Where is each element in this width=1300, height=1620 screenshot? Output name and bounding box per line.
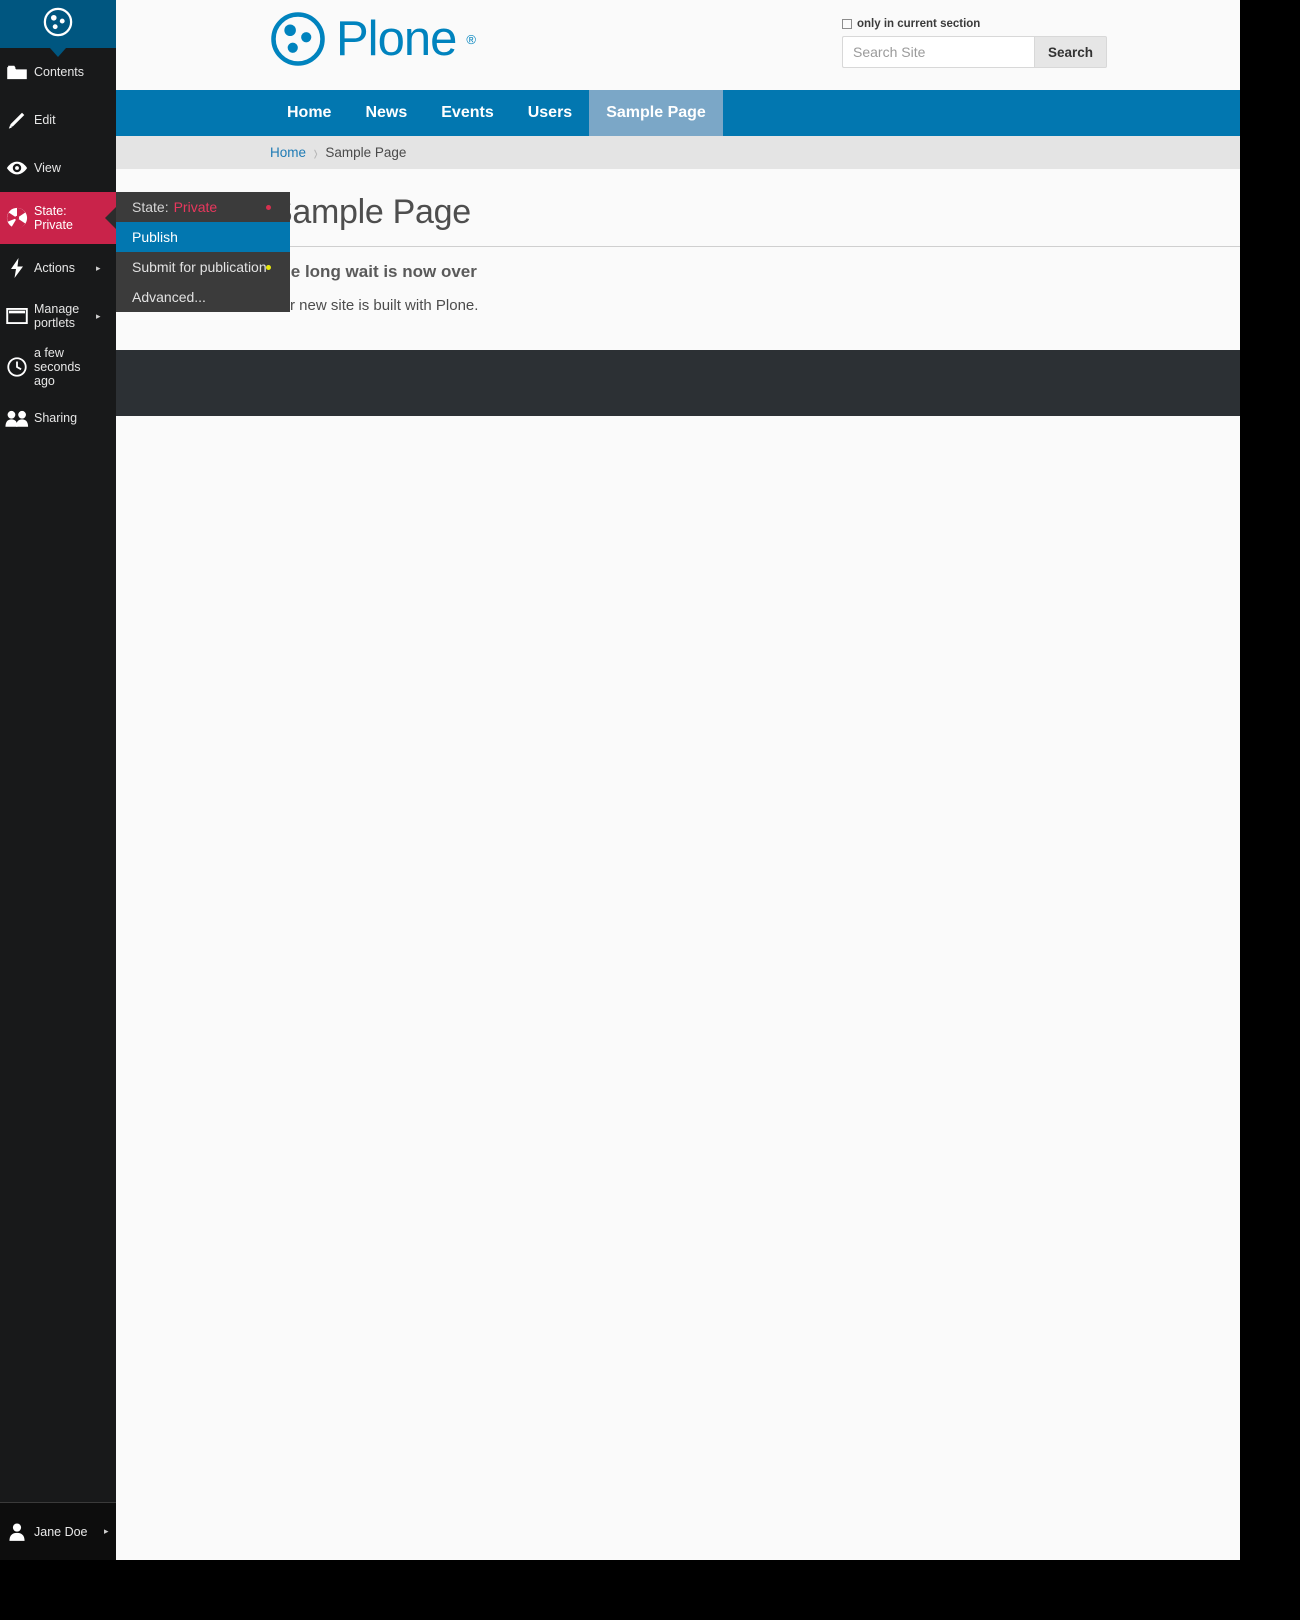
- sidebar-item-view[interactable]: View: [0, 144, 116, 192]
- site-header: Plone ® only in current section Search: [116, 0, 1240, 90]
- breadcrumb: Home › Sample Page: [116, 136, 1240, 169]
- chevron-right-icon: ▸: [96, 310, 101, 321]
- only-current-section-label: only in current section: [857, 18, 981, 30]
- sidebar-item-label: View: [34, 161, 61, 175]
- users-icon: [0, 410, 34, 427]
- nav-item-home[interactable]: Home: [270, 90, 348, 136]
- sidebar-item-label: Actions: [34, 261, 75, 275]
- site-footer: [116, 350, 1240, 416]
- site-logo[interactable]: Plone ®: [270, 11, 476, 67]
- workflow-item-advanced[interactable]: Advanced...: [116, 282, 290, 312]
- workflow-state-label: State:: [132, 199, 169, 215]
- nav-item-news[interactable]: News: [348, 90, 424, 136]
- chevron-right-icon: ▸: [96, 262, 101, 273]
- page-text: Our new site is built with Plone.: [270, 297, 479, 314]
- workflow-item-label: Advanced...: [132, 289, 206, 305]
- workflow-dropdown-menu: State: Private Publish Submit for public…: [116, 192, 290, 312]
- workflow-item-label: Publish: [132, 229, 178, 245]
- sidebar-item-label: Manage portlets: [34, 302, 80, 330]
- person-icon: [0, 1522, 34, 1541]
- toolbar-logo-button[interactable]: [0, 0, 116, 57]
- page-title: Sample Page: [270, 193, 1240, 247]
- search-section-row[interactable]: only in current section: [842, 18, 1102, 30]
- plone-logo-icon: [270, 11, 326, 67]
- workflow-state-value: Private: [173, 199, 218, 215]
- sidebar-item-history[interactable]: a few seconds ago: [0, 340, 116, 394]
- browser-viewport: Contents Edit View State: Private Action…: [0, 0, 1240, 1560]
- pending-dot-icon: [266, 264, 271, 270]
- workflow-icon: [0, 207, 34, 229]
- site-logo-text: Plone: [336, 11, 457, 66]
- search-box: only in current section Search: [842, 18, 1108, 68]
- workflow-state-header: State: Private: [116, 192, 290, 222]
- page-description: The long wait is now over: [270, 262, 477, 281]
- sidebar-item-contents[interactable]: Contents: [0, 48, 116, 96]
- workflow-item-publish[interactable]: Publish: [116, 222, 290, 252]
- workflow-item-label: Submit for publication: [132, 259, 267, 275]
- search-field-row: Search: [842, 36, 1108, 68]
- sidebar-item-sharing[interactable]: Sharing: [0, 394, 116, 442]
- state-notch-icon: [105, 207, 116, 229]
- only-current-section-checkbox[interactable]: [842, 19, 852, 29]
- breadcrumb-separator-icon: ›: [313, 139, 318, 165]
- nav-item-sample-page[interactable]: Sample Page: [589, 90, 723, 136]
- nav-item-users[interactable]: Users: [511, 90, 589, 136]
- search-button[interactable]: Search: [1034, 36, 1108, 68]
- sidebar-item-edit[interactable]: Edit: [0, 96, 116, 144]
- lightning-icon: [0, 258, 34, 278]
- sidebar-user-name: Jane Doe: [34, 1524, 88, 1539]
- sidebar-item-label: Contents: [34, 65, 85, 79]
- portlet-icon: [0, 308, 34, 324]
- breadcrumb-home-link[interactable]: Home: [270, 145, 306, 160]
- sidebar-item-label: Sharing: [34, 411, 78, 425]
- breadcrumb-current: Sample Page: [325, 145, 407, 160]
- sidebar-user-menu[interactable]: Jane Doe ▸: [0, 1502, 116, 1560]
- sidebar-item-actions[interactable]: Actions ▸: [0, 244, 116, 292]
- plone-toolbar: Contents Edit View State: Private Action…: [0, 0, 116, 1560]
- nav-item-events[interactable]: Events: [424, 90, 510, 136]
- workflow-item-submit-for-publication[interactable]: Submit for publication: [116, 252, 290, 282]
- eye-icon: [0, 160, 34, 176]
- page-root: Contents Edit View State: Private Action…: [0, 0, 1300, 1620]
- sidebar-item-state[interactable]: State: Private: [0, 192, 116, 244]
- state-dot-icon: [266, 204, 271, 210]
- pencil-icon: [0, 110, 34, 130]
- sidebar-item-label: State: Private: [34, 204, 73, 232]
- clock-icon: [0, 357, 34, 377]
- plone-logo-icon: [43, 7, 73, 42]
- chevron-right-icon: ▸: [104, 1526, 109, 1536]
- folder-icon: [0, 64, 34, 80]
- sidebar-item-label: a few seconds ago: [34, 346, 81, 388]
- sidebar-item-label: Edit: [34, 113, 56, 127]
- search-input[interactable]: [842, 36, 1034, 68]
- registered-mark-icon: ®: [466, 31, 476, 47]
- main-navigation: Home News Events Users Sample Page: [116, 90, 1240, 136]
- sidebar-item-manage-portlets[interactable]: Manage portlets ▸: [0, 292, 116, 340]
